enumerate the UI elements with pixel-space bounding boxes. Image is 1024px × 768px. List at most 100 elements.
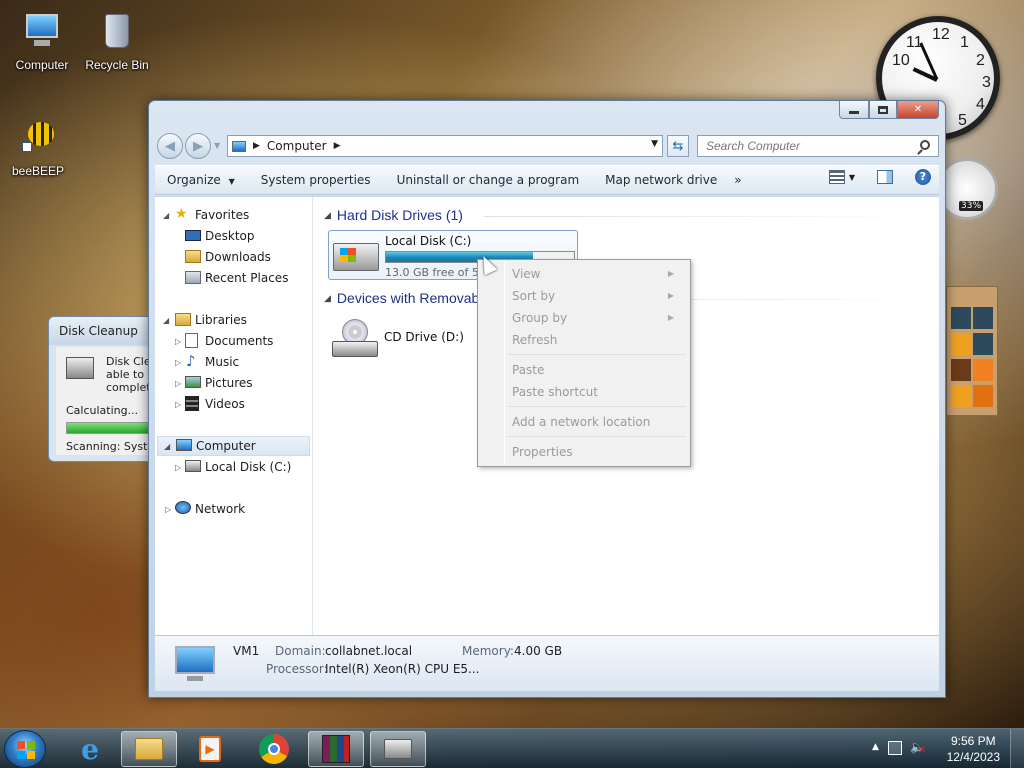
nav-libraries[interactable]: ◢ Libraries: [155, 310, 312, 330]
navigation-pane[interactable]: ◢ ★ Favorites Desktop Downloads Recent P…: [155, 197, 313, 635]
show-hidden-icons-icon[interactable]: ▲: [872, 742, 879, 752]
uninstall-program-button[interactable]: Uninstall or change a program: [384, 168, 593, 192]
expand-arrow-icon[interactable]: ▷: [165, 505, 171, 514]
menu-item-view[interactable]: View ▶: [512, 264, 684, 284]
toolbar-right: ▼ ?: [828, 169, 931, 185]
breadcrumb-computer[interactable]: Computer: [267, 139, 327, 153]
menu-separator: [508, 354, 686, 355]
nav-favorites[interactable]: ◢ ★ Favorites: [155, 205, 312, 225]
expand-arrow-icon[interactable]: ▷: [175, 358, 181, 367]
change-view-icon[interactable]: [828, 170, 845, 184]
minimize-button[interactable]: [839, 101, 869, 119]
nav-desktop[interactable]: Desktop: [155, 226, 312, 246]
nav-network[interactable]: ▷ Network: [155, 499, 312, 519]
expand-arrow-icon[interactable]: ▷: [175, 463, 181, 472]
nav-label: Local Disk (C:): [205, 460, 292, 474]
breadcrumb-separator-icon[interactable]: ▶: [334, 141, 341, 151]
winrar-icon: [322, 735, 350, 763]
menu-item-refresh[interactable]: Refresh: [512, 330, 557, 350]
expand-arrow-icon[interactable]: ▷: [175, 379, 181, 388]
menu-item-sort-by[interactable]: Sort by ▶: [512, 286, 684, 306]
domain-label: Domain:: [275, 644, 326, 658]
cpu-meter-value: 33%: [959, 201, 984, 211]
taskbar-chrome[interactable]: [246, 731, 302, 767]
expand-arrow-icon[interactable]: ◢: [163, 211, 169, 220]
organize-button[interactable]: Organize ▼: [155, 168, 248, 192]
puzzle-tile: [951, 307, 971, 329]
cd-drive-icon: [332, 319, 378, 359]
breadcrumb-separator-icon[interactable]: ▶: [253, 141, 260, 151]
disk-cleanup-dialog[interactable]: Disk Cleanup Disk Clea able to fr comple…: [48, 316, 166, 462]
menu-item-add-network-location[interactable]: Add a network location: [512, 412, 650, 432]
puzzle-tile: [973, 333, 993, 355]
menu-gutter: [504, 262, 505, 464]
desktop-icon-beebeep[interactable]: beeBEEP: [0, 116, 80, 178]
taskbar-media-player[interactable]: ▶: [182, 731, 238, 767]
menu-item-group-by[interactable]: Group by ▶: [512, 308, 684, 328]
menu-separator: [508, 406, 686, 407]
refresh-button[interactable]: ⇆: [667, 135, 689, 157]
expand-arrow-icon[interactable]: ◢: [163, 316, 169, 325]
more-commands-button[interactable]: »: [730, 168, 745, 192]
expand-arrow-icon[interactable]: ▷: [175, 337, 181, 346]
disk-cleanup-title: Disk Cleanup: [49, 317, 157, 345]
disk-cleanup-icon: [66, 357, 94, 379]
menu-item-paste-shortcut[interactable]: Paste shortcut: [512, 382, 598, 402]
system-properties-button[interactable]: System properties: [248, 168, 384, 192]
taskbar-windows-explorer[interactable]: [121, 731, 177, 767]
clock-number: 10: [892, 52, 910, 69]
disk-cleanup-icon: [384, 739, 412, 759]
nav-recent-places[interactable]: Recent Places: [155, 268, 312, 288]
menu-item-paste[interactable]: Paste: [512, 360, 544, 380]
taskbar-time: 9:56 PM: [950, 734, 996, 748]
map-network-drive-button[interactable]: Map network drive: [592, 168, 730, 192]
menu-item-label: Sort by: [512, 289, 556, 303]
collapse-arrow-icon[interactable]: ◢: [324, 293, 331, 304]
nav-videos[interactable]: ▷ Videos: [155, 394, 312, 414]
search-icon[interactable]: [920, 140, 930, 150]
taskbar-disk-cleanup[interactable]: [370, 731, 426, 767]
help-icon[interactable]: ?: [915, 169, 931, 185]
address-bar[interactable]: ▶ Computer ▶ ▼: [227, 135, 663, 157]
search-input[interactable]: Search Computer: [697, 135, 939, 157]
nav-documents[interactable]: ▷ Documents: [155, 331, 312, 351]
clock-number: 5: [958, 112, 967, 129]
desktop-icon-label: beeBEEP: [11, 164, 65, 178]
taskbar-winrar[interactable]: [308, 731, 364, 767]
nav-computer[interactable]: ◢ Computer: [157, 436, 310, 456]
desktop-icon-recycle-bin[interactable]: Recycle Bin: [75, 10, 159, 72]
group-header-hard-disks[interactable]: ◢ Hard Disk Drives (1): [324, 207, 463, 223]
maximize-button[interactable]: [869, 101, 897, 119]
menu-item-properties[interactable]: Properties: [512, 442, 573, 462]
clock-number: 2: [976, 52, 985, 69]
start-button[interactable]: [4, 730, 46, 768]
forward-button[interactable]: ▶: [185, 133, 211, 159]
nav-label: Documents: [205, 334, 274, 348]
nav-music[interactable]: ▷ ♪ Music: [155, 352, 312, 372]
recent-pages-dropdown-icon[interactable]: ▼: [214, 141, 220, 150]
expand-arrow-icon[interactable]: ◢: [164, 442, 170, 451]
windows-drive-icon: [333, 243, 379, 271]
show-desktop-button[interactable]: [1010, 729, 1024, 768]
view-options-dropdown-icon[interactable]: ▼: [849, 173, 855, 182]
nav-label: Computer: [196, 439, 256, 453]
address-dropdown-icon[interactable]: ▼: [651, 139, 658, 149]
computer-icon: [20, 10, 64, 54]
expand-arrow-icon[interactable]: ▷: [175, 400, 181, 409]
nav-local-disk[interactable]: ▷ Local Disk (C:): [155, 457, 312, 477]
puzzle-gadget[interactable]: [946, 286, 998, 416]
desktop-icon-label: Recycle Bin: [85, 58, 149, 72]
computer-large-icon-stand: [187, 676, 203, 681]
nav-label: Recent Places: [205, 271, 289, 285]
nav-downloads[interactable]: Downloads: [155, 247, 312, 267]
collapse-arrow-icon[interactable]: ◢: [324, 210, 331, 221]
taskbar-internet-explorer[interactable]: e: [62, 731, 118, 767]
nav-pictures[interactable]: ▷ Pictures: [155, 373, 312, 393]
taskbar-clock[interactable]: 9:56 PM 12/4/2023: [947, 733, 1000, 765]
close-button[interactable]: ✕: [897, 101, 939, 119]
network-status-icon[interactable]: [888, 741, 902, 755]
desktop-icon-computer[interactable]: Computer: [0, 10, 84, 72]
back-button[interactable]: ◀: [157, 133, 183, 159]
forward-arrow-icon: ▶: [193, 138, 203, 154]
preview-pane-icon[interactable]: [877, 170, 893, 184]
